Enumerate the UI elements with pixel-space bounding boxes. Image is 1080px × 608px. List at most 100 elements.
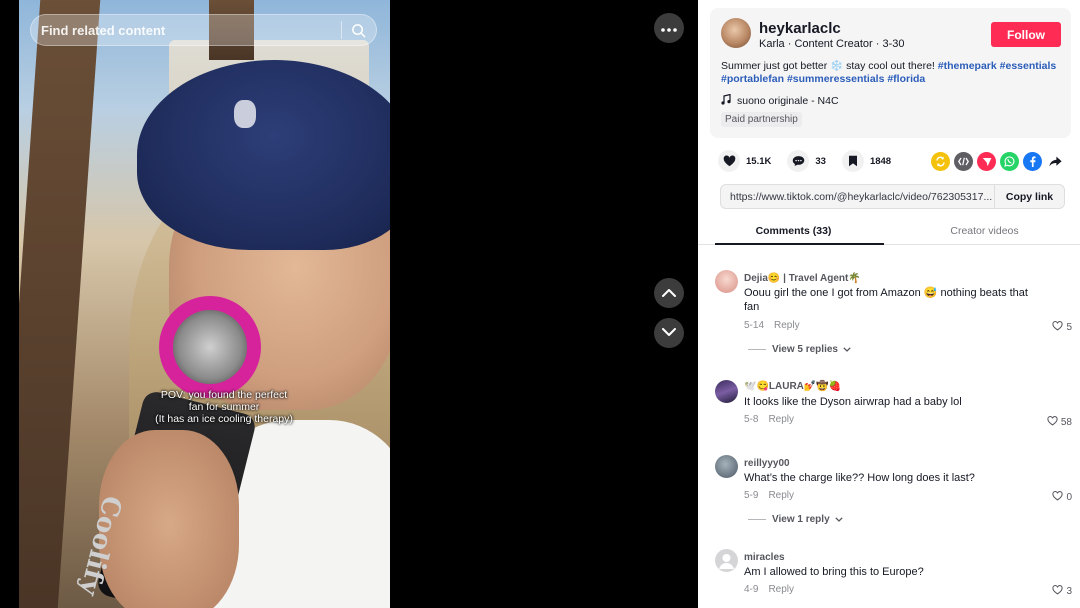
view-replies-label: View 1 reply [772, 514, 830, 525]
heart-icon [718, 150, 740, 172]
reply-button[interactable]: Reply [774, 320, 800, 331]
comment-text: What’s the charge like?? How long does i… [744, 472, 975, 484]
send-icon[interactable] [977, 152, 996, 171]
comment-text: Oouu girl the one I got from Amazon 😅 no… [744, 287, 1028, 313]
commenter-name[interactable]: reillyyy00 [744, 458, 790, 469]
comment-meta: 5-14 Reply [744, 320, 800, 331]
caption-line-1: POV: you found the perfect [160, 389, 288, 401]
copy-link-button[interactable]: Copy link [994, 185, 1064, 208]
post-description: Summer just got better ❄️ stay cool out … [721, 60, 1066, 86]
commenter-avatar[interactable] [715, 270, 738, 293]
whatsapp-icon[interactable] [1000, 152, 1019, 171]
hashtag-link[interactable]: #portablefan [721, 73, 784, 85]
share-options [931, 152, 1065, 171]
comment-like-button[interactable]: 3 [1052, 585, 1072, 598]
comment-date: 5-14 [744, 320, 765, 331]
comment-meta: 5-9 Reply [744, 490, 794, 501]
comment-like-count: 0 [1066, 492, 1072, 503]
comment-like-button[interactable]: 0 [1052, 491, 1072, 504]
heart-outline-icon [1052, 491, 1064, 504]
commenter-avatar[interactable] [715, 380, 738, 403]
heart-outline-icon [1052, 585, 1064, 598]
previous-video-button[interactable] [654, 278, 684, 308]
hashtag-link[interactable]: #florida [887, 73, 925, 85]
chevron-down-icon [834, 514, 843, 525]
commenter-name[interactable]: Dejia😊 | Travel Agent🌴 [744, 273, 861, 284]
embed-icon[interactable] [954, 152, 973, 171]
video-url[interactable]: https://www.tiktok.com/@heykarlaclc/vide… [721, 191, 994, 203]
app-window: Coolify POV: you found the perfect fan f… [0, 0, 1080, 608]
search-separator [341, 21, 342, 39]
search-bar[interactable] [30, 14, 377, 46]
video-frame[interactable]: Coolify POV: you found the perfect fan f… [19, 0, 390, 608]
more-dots-icon [661, 19, 677, 37]
hashtag-link[interactable]: #essentials [1000, 60, 1057, 72]
comment-meta: 4-9 Reply [744, 584, 794, 595]
comment-like-count: 3 [1066, 586, 1072, 597]
chevron-up-icon [662, 284, 676, 302]
comment-date: 4-9 [744, 584, 759, 595]
music-title: suono originale - N4C [737, 95, 839, 107]
reply-button[interactable]: Reply [768, 414, 794, 425]
creator-subline: Karla · Content Creator · 3-30 [759, 38, 905, 50]
paid-partnership-badge: Paid partnership [721, 112, 802, 127]
baseball-cap [137, 60, 390, 250]
commenter-avatar[interactable] [715, 549, 738, 572]
chevron-down-icon [843, 344, 851, 355]
description-text: Summer just got better ❄️ stay cool out … [721, 60, 935, 72]
replies-dash [748, 519, 766, 520]
more-options-button[interactable] [654, 13, 684, 43]
default-avatar-icon [719, 554, 734, 569]
save-button[interactable]: 1848 [841, 150, 892, 172]
view-replies-button[interactable]: View 1 reply [748, 514, 843, 525]
comment-date: 5-9 [744, 490, 759, 501]
commenter-name[interactable]: miracles [744, 552, 785, 563]
hashtag-link[interactable]: #themepark [938, 60, 997, 72]
view-replies-button[interactable]: View 5 replies [748, 344, 851, 355]
video-player-area: Coolify POV: you found the perfect fan f… [0, 0, 698, 608]
commenter-avatar[interactable] [715, 455, 738, 478]
like-count: 15.1K [746, 155, 772, 167]
comment-like-button[interactable]: 58 [1047, 416, 1072, 429]
creator-avatar[interactable] [721, 18, 751, 48]
cap-logo [234, 100, 256, 128]
search-icon[interactable] [350, 22, 366, 38]
chevron-down-icon [662, 324, 676, 342]
reply-button[interactable]: Reply [768, 490, 794, 501]
bookmark-icon [841, 150, 864, 172]
share-arrow-icon[interactable] [1046, 152, 1065, 171]
view-replies-label: View 5 replies [772, 344, 838, 355]
comment-meta: 5-8 Reply [744, 414, 794, 425]
reply-button[interactable]: Reply [768, 584, 794, 595]
tab-creator-videos[interactable]: Creator videos [889, 218, 1080, 244]
next-video-button[interactable] [654, 318, 684, 348]
repost-icon[interactable] [931, 152, 950, 171]
follow-button[interactable]: Follow [991, 22, 1061, 47]
comment-text: It looks like the Dyson airwrap had a ba… [744, 396, 962, 408]
comment-like-count: 58 [1060, 417, 1072, 428]
like-button[interactable]: 15.1K [718, 150, 771, 172]
comment-text: Am I allowed to bring this to Europe? [744, 566, 924, 578]
comment-like-button[interactable]: 5 [1052, 321, 1072, 334]
tab-comments[interactable]: Comments (33) [698, 218, 889, 245]
save-count: 1848 [869, 155, 892, 167]
facebook-icon[interactable] [1023, 152, 1042, 171]
comment-like-count: 5 [1066, 322, 1072, 333]
search-input[interactable] [41, 22, 333, 38]
commenter-name[interactable]: 🕊️😋LAURA💅🤠🍓 [744, 381, 841, 392]
details-panel: heykarlaclc Karla · Content Creator · 3-… [698, 0, 1080, 608]
music-link[interactable]: suono originale - N4C [721, 93, 839, 108]
replies-dash [748, 349, 766, 350]
video-caption: POV: you found the perfect fan for summe… [139, 389, 309, 425]
comment-count: 33 [815, 155, 826, 167]
comment-button[interactable]: 33 [787, 150, 826, 172]
heart-outline-icon [1047, 416, 1058, 429]
video-link-box: https://www.tiktok.com/@heykarlaclc/vide… [720, 184, 1065, 209]
fan-head [159, 296, 261, 398]
comment-date: 5-8 [744, 414, 759, 425]
caption-line-3: (It has an ice cooling therapy) [155, 413, 293, 425]
panel-tabs: Comments (33) Creator videos [698, 218, 1080, 245]
wooden-post [19, 0, 101, 608]
hashtag-link[interactable]: #summeressentials [787, 73, 884, 85]
creator-username[interactable]: heykarlaclc [759, 20, 841, 37]
